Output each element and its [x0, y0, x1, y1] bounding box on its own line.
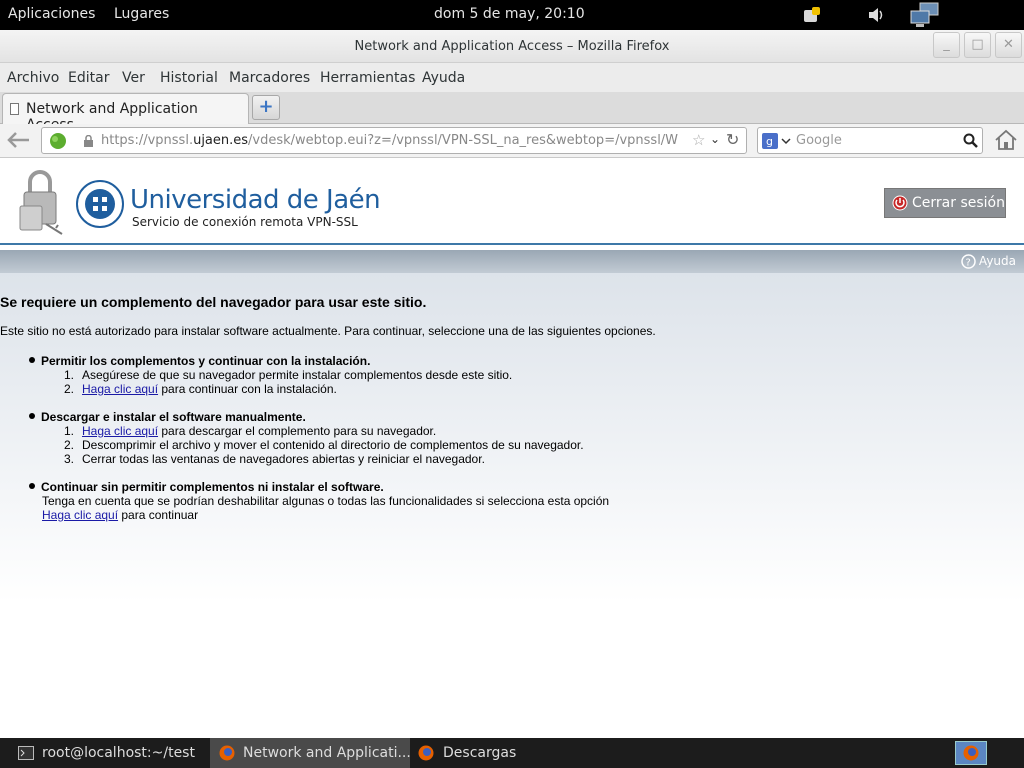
task-firefox-downloads[interactable]: Descargas: [412, 738, 592, 768]
help-bar: ? Ayuda: [0, 250, 1024, 273]
padlock-logo-icon: [19, 170, 63, 235]
menu-ayuda[interactable]: Ayuda: [422, 70, 465, 86]
plus-icon: +: [258, 96, 274, 117]
option1-title: Permitir los complementos y continuar co…: [41, 354, 371, 368]
logout-label: Cerrar sesión: [912, 195, 1005, 211]
task-terminal[interactable]: root@localhost:~/test: [10, 738, 208, 768]
help-icon[interactable]: ?: [961, 254, 976, 269]
navigation-bar: https://vpnssl.ujaen.es/vdesk/webtop.eui…: [0, 124, 1024, 158]
search-icon[interactable]: [963, 133, 979, 149]
university-seal-icon: [76, 180, 124, 228]
option1-step1: Asegúrese de que su navegador permite in…: [82, 368, 513, 382]
task-label: root@localhost:~/test: [42, 745, 195, 761]
back-icon[interactable]: [6, 130, 32, 150]
history-dropdown-icon[interactable]: ⌄: [710, 132, 720, 146]
site-identity-icon[interactable]: [48, 131, 68, 151]
places-menu[interactable]: Lugares: [114, 6, 169, 22]
option2-title: Descargar e instalar el software manualm…: [41, 410, 306, 424]
menu-historial[interactable]: Historial: [160, 70, 218, 86]
option2-step3: Cerrar todas las ventanas de navegadores…: [82, 452, 485, 466]
taskbar: root@localhost:~/test Network and Applic…: [0, 738, 1024, 768]
window-title-bar: Network and Application Access – Mozilla…: [0, 30, 1024, 63]
site-header: Universidad de Jaén Servicio de conexión…: [0, 158, 1024, 245]
option3-note: Tenga en cuenta que se podrían deshabili…: [42, 494, 610, 508]
volume-icon[interactable]: [868, 7, 886, 23]
option3-continue: Haga clic aquí para continuar: [42, 508, 199, 522]
step-number: 3.: [64, 452, 75, 466]
task-label: Network and Applicati...: [243, 745, 411, 761]
firefox-icon: [219, 745, 235, 761]
task-label: Descargas: [443, 745, 517, 761]
url-bar[interactable]: https://vpnssl.ujaen.es/vdesk/webtop.eui…: [41, 127, 747, 154]
workspace-switcher[interactable]: [955, 741, 987, 765]
network-icon[interactable]: [910, 2, 940, 28]
search-input[interactable]: Google: [796, 133, 842, 148]
step-number: 1.: [64, 368, 75, 382]
option3-title: Continuar sin permitir complementos ni i…: [41, 480, 384, 494]
bullet: [29, 483, 35, 489]
page-content: Universidad de Jaén Servicio de conexión…: [0, 158, 1024, 738]
firefox-icon: [963, 745, 979, 761]
task-firefox-network[interactable]: Network and Applicati...: [210, 738, 411, 768]
bullet: [29, 357, 35, 363]
power-icon: [892, 195, 908, 211]
step-number: 1.: [64, 424, 75, 438]
install-link[interactable]: Haga clic aquí: [82, 382, 158, 396]
close-window-button[interactable]: ✕: [995, 32, 1022, 58]
svg-text:g: g: [766, 135, 773, 148]
menu-ver[interactable]: Ver: [122, 70, 145, 86]
menu-herramientas[interactable]: Herramientas: [320, 70, 415, 86]
tab-network-access[interactable]: Network and Application Access: [2, 93, 249, 133]
option1-step2: Haga clic aquí para continuar con la ins…: [82, 382, 337, 396]
service-subtitle: Servicio de conexión remota VPN-SSL: [132, 215, 358, 229]
menu-marcadores[interactable]: Marcadores: [229, 70, 310, 86]
terminal-icon: [18, 746, 34, 760]
home-icon[interactable]: [994, 129, 1018, 151]
menu-bar: Archivo Editar Ver Historial Marcadores …: [0, 63, 1024, 92]
search-bar[interactable]: g Google: [757, 127, 983, 154]
firefox-icon: [418, 745, 434, 761]
option2-step2: Descomprimir el archivo y mover el conte…: [82, 438, 584, 452]
continue-link[interactable]: Haga clic aquí: [42, 508, 118, 522]
help-link[interactable]: Ayuda: [979, 254, 1016, 268]
intro-text: Este sitio no está autorizado para insta…: [0, 324, 656, 338]
gnome-top-bar: Aplicaciones Lugares dom 5 de may, 20:10: [0, 0, 1024, 30]
lock-icon: [84, 135, 93, 147]
tab-bar: Network and Application Access +: [0, 92, 1024, 133]
step-number: 2.: [64, 438, 75, 452]
menu-archivo[interactable]: Archivo: [7, 70, 59, 86]
url-text[interactable]: https://vpnssl.ujaen.es/vdesk/webtop.eui…: [101, 133, 691, 148]
step-number: 2.: [64, 382, 75, 396]
page-heading: Se requiere un complemento del navegador…: [0, 294, 427, 310]
page-icon: [10, 103, 19, 115]
svg-text:?: ?: [966, 258, 971, 269]
search-engine-icon[interactable]: g: [762, 133, 792, 149]
download-link[interactable]: Haga clic aquí: [82, 424, 158, 438]
logout-button[interactable]: Cerrar sesión: [884, 188, 1006, 218]
menu-editar[interactable]: Editar: [68, 70, 109, 86]
minimize-button[interactable]: _: [933, 32, 960, 58]
university-name: Universidad de Jaén: [130, 185, 381, 215]
notification-icon[interactable]: [803, 7, 821, 24]
bullet: [29, 413, 35, 419]
bookmark-star-icon[interactable]: ☆: [692, 131, 705, 149]
clock[interactable]: dom 5 de may, 20:10: [434, 6, 585, 22]
window-title: Network and Application Access – Mozilla…: [354, 39, 670, 54]
maximize-icon: □: [971, 37, 984, 52]
option2-step1: Haga clic aquí para descargar el complem…: [82, 424, 437, 438]
applications-menu[interactable]: Aplicaciones: [8, 6, 95, 22]
new-tab-button[interactable]: +: [252, 95, 280, 120]
maximize-button[interactable]: □: [964, 32, 991, 58]
minimize-icon: _: [943, 37, 950, 52]
close-icon: ✕: [1003, 37, 1014, 52]
reload-icon[interactable]: ↻: [726, 130, 739, 149]
